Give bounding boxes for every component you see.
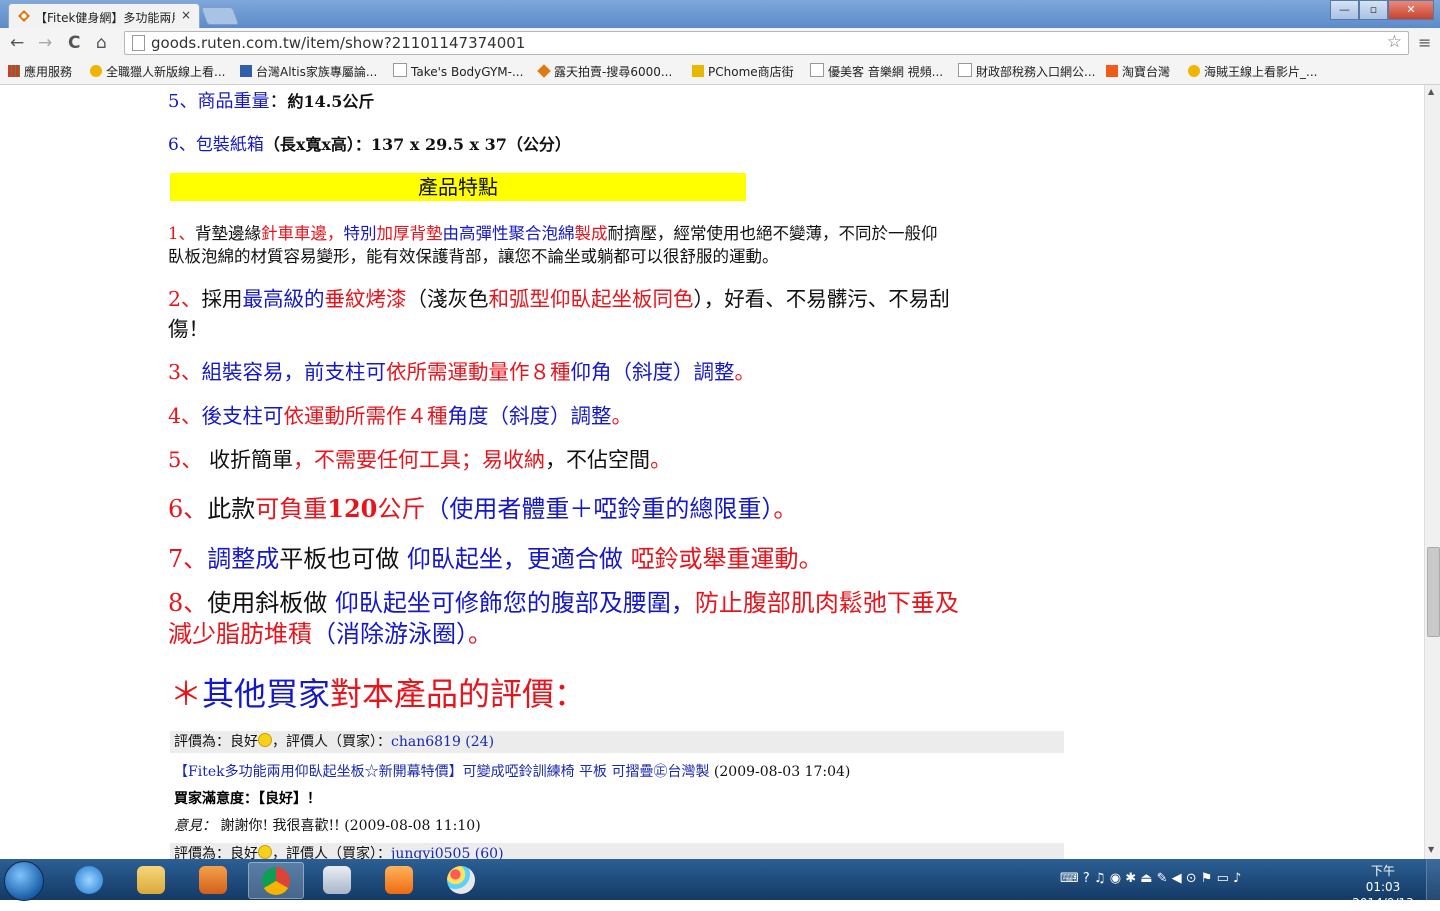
system-tray[interactable]: ⌨ ? ♫ ◉ ✱ ⏏ ✎ ◀ ⊙ ⚑ ▭ ♪ xyxy=(1060,871,1241,886)
feature-8: 8、使用斜板做 仰臥起坐可修飾您的腹部及腰圍，防止腹部肌肉鬆弛下垂及 減少脂肪堆… xyxy=(168,589,959,648)
internet-explorer-icon xyxy=(75,866,103,894)
bookmark-item[interactable]: 露天拍賣-搜尋6000... xyxy=(537,63,672,80)
taskbar-ie[interactable] xyxy=(62,862,116,897)
calculator-icon xyxy=(323,866,351,894)
reviewer-link[interactable]: chan6819 xyxy=(391,734,461,750)
forward-icon[interactable]: → xyxy=(38,33,52,53)
minimize-button[interactable]: — xyxy=(1330,0,1359,20)
back-icon[interactable]: ← xyxy=(10,33,24,53)
ruten-icon xyxy=(537,64,551,78)
taskbar-explorer[interactable] xyxy=(124,862,178,897)
start-button[interactable] xyxy=(4,861,44,901)
paint-icon xyxy=(447,866,475,894)
bookmark-star-icon[interactable]: ☆ xyxy=(1387,32,1402,52)
page-content: 5、商品重量：約14.5公斤 6、包裝紙箱（長x寬x高）：137 x 29.5 … xyxy=(0,85,1424,859)
browser-tab[interactable]: 【Fitek健身網】多功能兩用 × xyxy=(8,3,200,29)
bookmark-item[interactable]: 應用服務 xyxy=(8,63,72,80)
bookmarks-bar: 應用服務 全職獵人新版線上看... 台灣Altis家族專屬論... Take's… xyxy=(0,58,1440,85)
address-bar[interactable]: goods.ruten.com.tw/item/show?21101147374… xyxy=(124,31,1409,55)
smile-icon xyxy=(258,733,272,747)
browser-titlebar: 【Fitek健身網】多功能兩用 × — ▫ ✕ xyxy=(0,0,1440,29)
media-player-icon xyxy=(199,866,227,894)
bookmark-item[interactable]: PChome商店街 xyxy=(692,63,794,80)
bookmark-item[interactable]: 優美客 音樂網 視頻... xyxy=(810,63,943,80)
bookmark-item[interactable]: 淘寶台灣 xyxy=(1106,63,1170,80)
bookmark-icon xyxy=(90,65,102,77)
pchome-icon xyxy=(692,65,704,77)
taobao-icon xyxy=(1106,65,1118,77)
reviewer-link[interactable]: jungyi0505 xyxy=(391,846,470,859)
tab-close-icon[interactable]: × xyxy=(181,8,191,22)
review-header: 評價為：良好 ，評價人（買家）：chan6819 (24) xyxy=(170,731,1064,753)
rating-value: 良好 xyxy=(230,846,258,859)
ruten-favicon-icon xyxy=(18,10,30,22)
feature-5: 5、 收折簡單，不需要任何工具；易收納，不佔空間。 xyxy=(168,448,672,472)
bookmark-item[interactable]: 海賊王線上看影片_... xyxy=(1188,63,1317,80)
scrollbar-thumb[interactable] xyxy=(1427,547,1440,637)
uc-browser-icon xyxy=(385,866,413,894)
smile-icon xyxy=(258,845,272,859)
chrome-menu-icon[interactable]: ≡ xyxy=(1418,33,1431,52)
file-explorer-icon xyxy=(137,866,165,894)
page-icon xyxy=(393,63,407,77)
feature-6: 6、此款可負重120公斤（使用者體重＋啞鈴重的總限重）。 xyxy=(168,494,798,523)
taskbar-paint[interactable] xyxy=(434,862,488,897)
bookmark-icon xyxy=(240,65,252,77)
close-window-button[interactable]: ✕ xyxy=(1388,0,1434,20)
home-icon[interactable]: ⌂ xyxy=(96,33,107,53)
feature-7: 7、調整成平板也可做 仰臥起坐，更適合做 啞鈴或舉重運動。 xyxy=(168,545,823,573)
window-controls: — ▫ ✕ xyxy=(1330,0,1434,20)
review-comment: 意見： 謝謝你! 我很喜歡!! (2009-08-08 11:10) xyxy=(174,818,481,834)
features-heading: 產品特點 xyxy=(170,173,746,201)
bookmark-item[interactable]: 台灣Altis家族專屬論... xyxy=(240,63,377,80)
bookmark-icon xyxy=(1188,65,1200,77)
bookmark-item[interactable]: Take's BodyGYM-... xyxy=(393,63,523,79)
review-item: 【Fitek多功能兩用仰臥起坐板☆新開幕特價】可變成啞鈴訓練椅 平板 可摺疊㊣台… xyxy=(174,764,851,780)
scroll-down-icon[interactable]: ▼ xyxy=(1428,845,1434,854)
maximize-button[interactable]: ▫ xyxy=(1359,0,1388,20)
new-tab-button[interactable] xyxy=(200,7,240,25)
taskbar-media[interactable] xyxy=(186,862,240,897)
address-url[interactable]: goods.ruten.com.tw/item/show?21101147374… xyxy=(151,34,525,52)
spec-weight: 5、商品重量：約14.5公斤 xyxy=(168,91,375,112)
rating-value: 良好 xyxy=(230,734,258,750)
show-desktop-button[interactable] xyxy=(1426,859,1440,900)
reload-icon[interactable]: C xyxy=(68,33,80,53)
chrome-icon xyxy=(262,867,290,895)
feature-3: 3、組裝容易，前支柱可依所需運動量作８種仰角（斜度）調整。 xyxy=(168,360,756,384)
scroll-up-icon[interactable]: ▲ xyxy=(1428,87,1434,96)
bookmark-item[interactable]: 全職獵人新版線上看... xyxy=(90,63,225,80)
feature-4: 4、後支柱可依運動所需作４種角度（斜度）調整。 xyxy=(168,404,633,428)
page-icon xyxy=(810,63,824,77)
feature-2: 2、採用最高級的垂紋烤漆（淺灰色和弧型仰臥起坐板同色），好看、不易髒污、不易刮 … xyxy=(168,287,950,341)
bookmark-item[interactable]: 財政部稅務入口網公... xyxy=(958,63,1095,80)
page-scrollbar[interactable]: ▲ ▼ xyxy=(1424,85,1440,859)
taskbar-calculator[interactable] xyxy=(310,862,364,897)
tab-title: 【Fitek健身網】多功能兩用 xyxy=(35,11,175,25)
page-icon xyxy=(132,35,145,51)
windows-taskbar: ⌨ ? ♫ ◉ ✱ ⏏ ✎ ◀ ⊙ ⚑ ▭ ♪ 下午 01:03 2014/9/… xyxy=(0,859,1440,910)
feature-1: 1、背墊邊緣針車車邊，特別加厚背墊由高彈性聚合泡綿製成耐擠壓，經常使用也絕不變薄… xyxy=(168,224,938,266)
review-satisfaction: 買家滿意度：【良好】！ xyxy=(174,791,321,807)
apps-icon xyxy=(8,65,20,77)
reviews-heading: ＊其他買家對本產品的評價： xyxy=(170,675,587,713)
review-header: 評價為：良好 ，評價人（買家）：jungyi0505 (60) xyxy=(170,843,1064,859)
taskbar-uc[interactable] xyxy=(372,862,426,897)
taskbar-chrome[interactable] xyxy=(248,862,304,899)
page-icon xyxy=(958,63,972,77)
taskbar-clock[interactable]: 下午 01:03 2014/9/13 xyxy=(1352,863,1414,911)
spec-box: 6、包裝紙箱（長x寬x高）：137 x 29.5 x 37（公分） xyxy=(168,135,571,155)
review-item-link[interactable]: 【Fitek多功能兩用仰臥起坐板☆新開幕特價】可變成啞鈴訓練椅 平板 可摺疊㊣台… xyxy=(174,764,709,780)
